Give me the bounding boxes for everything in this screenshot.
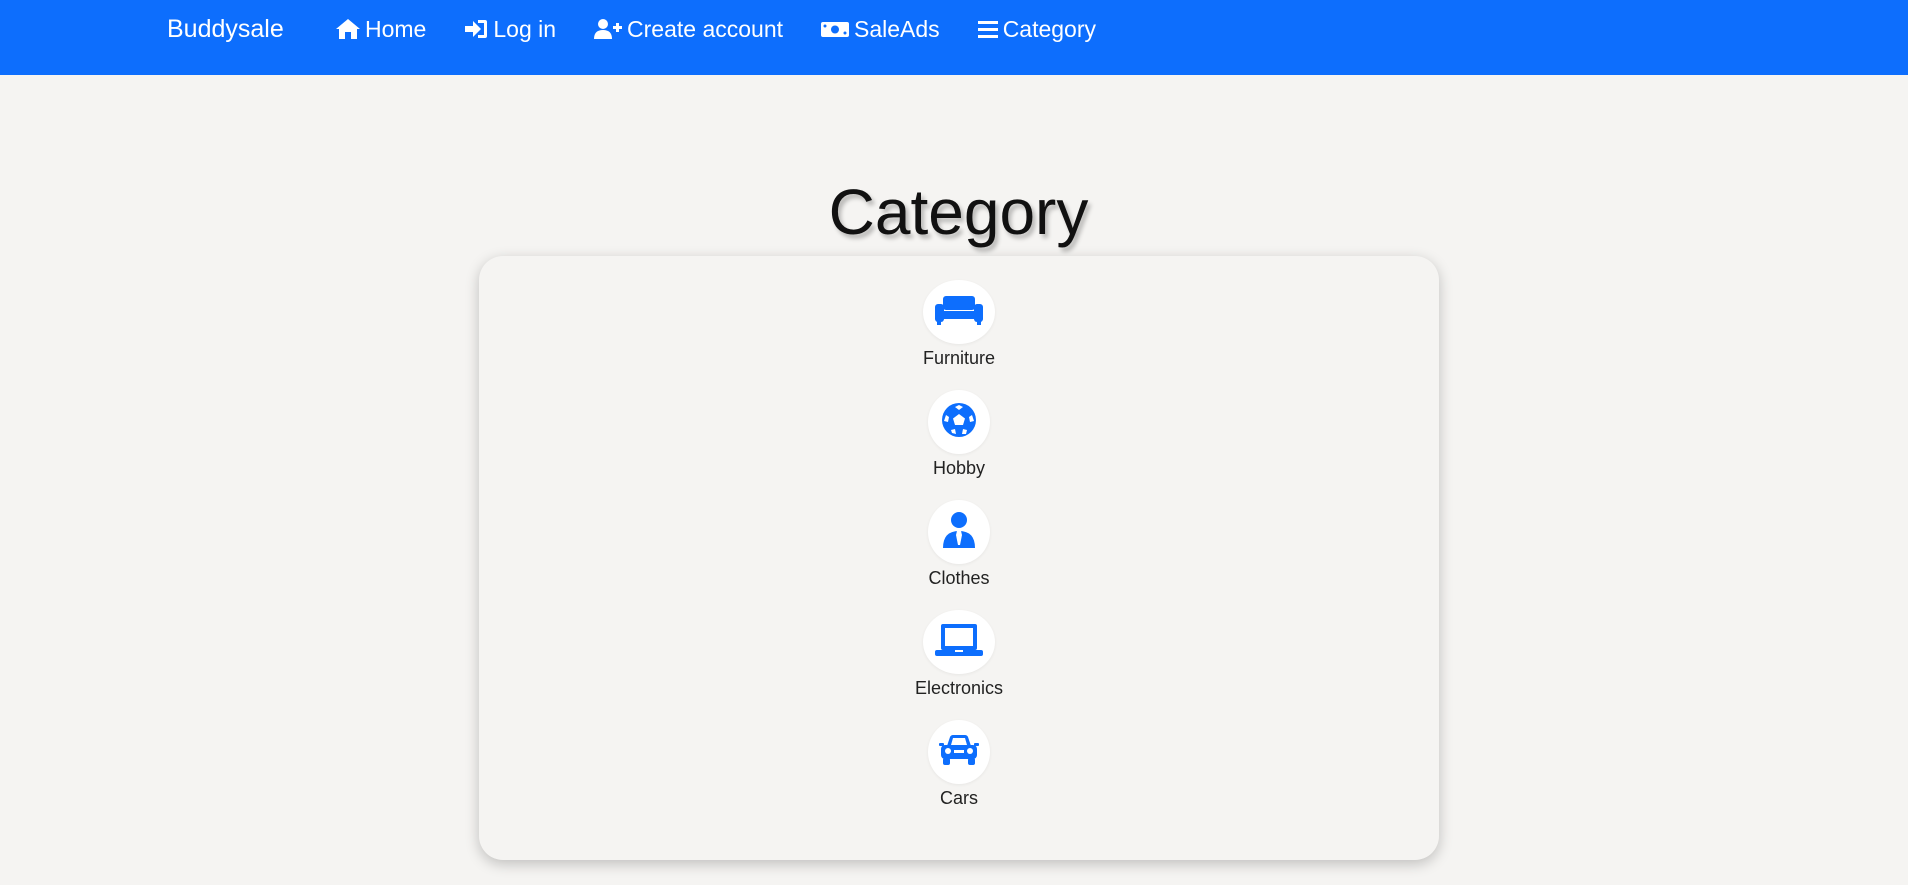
user-plus-icon (593, 18, 623, 40)
nav-login-link[interactable]: Log in (463, 13, 556, 45)
nav-saleads-label: SaleAds (854, 16, 940, 42)
soccer-ball-icon (940, 401, 978, 444)
car-icon (939, 734, 979, 771)
home-icon (335, 18, 361, 40)
category-icon-circle (928, 500, 990, 564)
category-card: Furniture Hobby Clothes Electronics Cars (479, 256, 1439, 860)
nav-create-account-label: Create account (627, 16, 784, 42)
nav-category-label: Category (1002, 16, 1097, 42)
user-tie-icon (942, 511, 976, 554)
couch-icon (935, 294, 983, 331)
category-list: Furniture Hobby Clothes Electronics Cars (479, 280, 1439, 830)
category-item-hobby[interactable]: Hobby (479, 390, 1439, 500)
category-item-cars[interactable]: Cars (479, 720, 1439, 830)
bars-icon (977, 18, 999, 40)
category-icon-circle (923, 610, 995, 674)
category-item-clothes[interactable]: Clothes (479, 500, 1439, 610)
category-label-hobby: Hobby (932, 458, 986, 478)
nav-menu: Home Log in Create account SaleAds Categ… (335, 13, 1133, 45)
category-icon-circle (928, 390, 990, 454)
navbar: Buddysale Home Log in Create account Sal… (0, 0, 1908, 75)
page-title: Category (828, 176, 1089, 248)
category-label-furniture: Furniture (922, 348, 996, 368)
nav-create-account-link[interactable]: Create account (593, 13, 783, 45)
nav-home-label: Home (365, 16, 427, 42)
nav-saleads-link[interactable]: SaleAds (820, 13, 940, 45)
category-icon-circle (923, 280, 995, 344)
category-item-electronics[interactable]: Electronics (479, 610, 1439, 720)
money-bill-icon (820, 18, 850, 40)
category-label-clothes: Clothes (928, 568, 990, 588)
category-icon-circle (928, 720, 990, 784)
nav-category-link[interactable]: Category (977, 13, 1096, 45)
category-label-cars: Cars (939, 788, 978, 808)
category-item-furniture[interactable]: Furniture (479, 280, 1439, 390)
nav-home-link[interactable]: Home (335, 13, 426, 45)
sign-in-icon (463, 18, 489, 40)
category-label-electronics: Electronics (914, 678, 1004, 698)
nav-login-label: Log in (493, 16, 557, 42)
brand-link[interactable]: Buddysale (167, 13, 284, 45)
laptop-icon (935, 622, 983, 663)
